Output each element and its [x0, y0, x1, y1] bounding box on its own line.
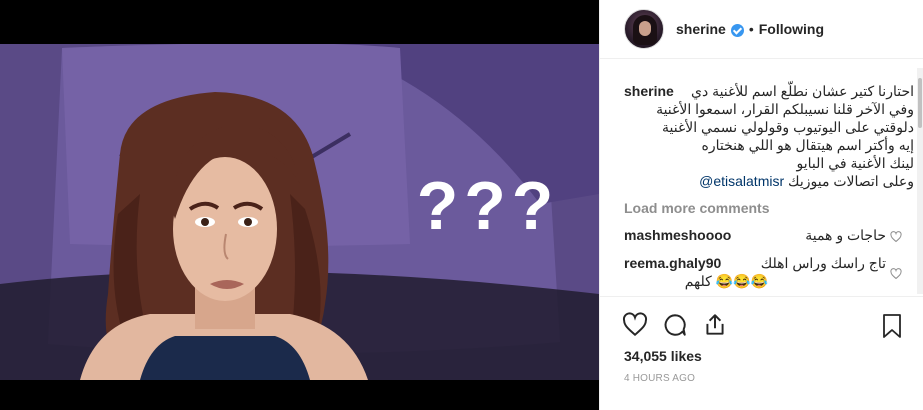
caption-line: احتارنا كتير عشان نطلّع اسم للأغنية دي — [690, 83, 914, 99]
comment-item: reema.ghaly90 تاج راسك وراس اهلك 😂😂😂 كله… — [624, 254, 914, 290]
share-icon[interactable] — [696, 305, 736, 345]
bookmark-icon[interactable] — [880, 313, 904, 344]
avatar[interactable] — [624, 9, 664, 49]
username[interactable]: sherine — [676, 21, 726, 37]
comment-icon[interactable] — [656, 305, 696, 345]
caption-line: وفي الآخر قلنا نسيبلكم القرار، اسمعوا ال… — [656, 101, 914, 117]
comment-username[interactable]: reema.ghaly90 — [624, 255, 721, 271]
caption: sherine احتارنا كتير عشان نطلّع اسم للأغ… — [624, 82, 914, 190]
post-media[interactable]: ??? — [0, 0, 599, 410]
separator: • — [748, 21, 754, 37]
post-illustration: ??? — [0, 44, 599, 380]
comment-text: تاج راسك وراس اهلك — [760, 255, 886, 271]
post-header: sherine • Following — [600, 0, 923, 59]
comment-like-icon[interactable] — [890, 266, 902, 284]
caption-line: وعلى اتصالات ميوزيك — [788, 173, 914, 189]
comments-section: sherine احتارنا كتير عشان نطلّع اسم للأغ… — [600, 60, 914, 296]
comment-like-icon[interactable] — [890, 229, 902, 247]
comment-text: حاجات و همية — [805, 227, 886, 243]
caption-line: إيه وأكتر اسم هيتقال هو اللي هنختاره — [701, 137, 915, 153]
caption-mention[interactable]: @etisalatmisr — [699, 173, 784, 189]
heart-icon[interactable] — [616, 305, 656, 345]
post-timestamp[interactable]: 4 HOURS AGO — [616, 373, 908, 384]
question-marks: ??? — [417, 168, 560, 244]
load-more-comments-button[interactable]: Load more comments — [624, 200, 914, 216]
comments-scrollbar[interactable] — [917, 68, 923, 294]
post-actions: 34,055 likes 4 HOURS AGO — [600, 296, 923, 410]
caption-line: دلوقتي على اليوتيوب وقولولي نسمي الأغنية — [662, 119, 914, 135]
following-button[interactable]: Following — [759, 21, 824, 37]
verified-icon — [730, 23, 744, 37]
comment-text-continued: 😂😂😂 كلهم — [684, 273, 768, 289]
caption-username[interactable]: sherine — [624, 82, 674, 100]
caption-line: لينك الأغنية في البايو — [796, 155, 914, 171]
comment-username[interactable]: mashmeshoooo — [624, 227, 731, 243]
comment-item: mashmeshoooo حاجات و همية — [624, 226, 914, 244]
post-side-panel: sherine • Following sherine احتارنا كتير… — [599, 0, 923, 410]
likes-count[interactable]: 34,055 likes — [616, 348, 908, 364]
